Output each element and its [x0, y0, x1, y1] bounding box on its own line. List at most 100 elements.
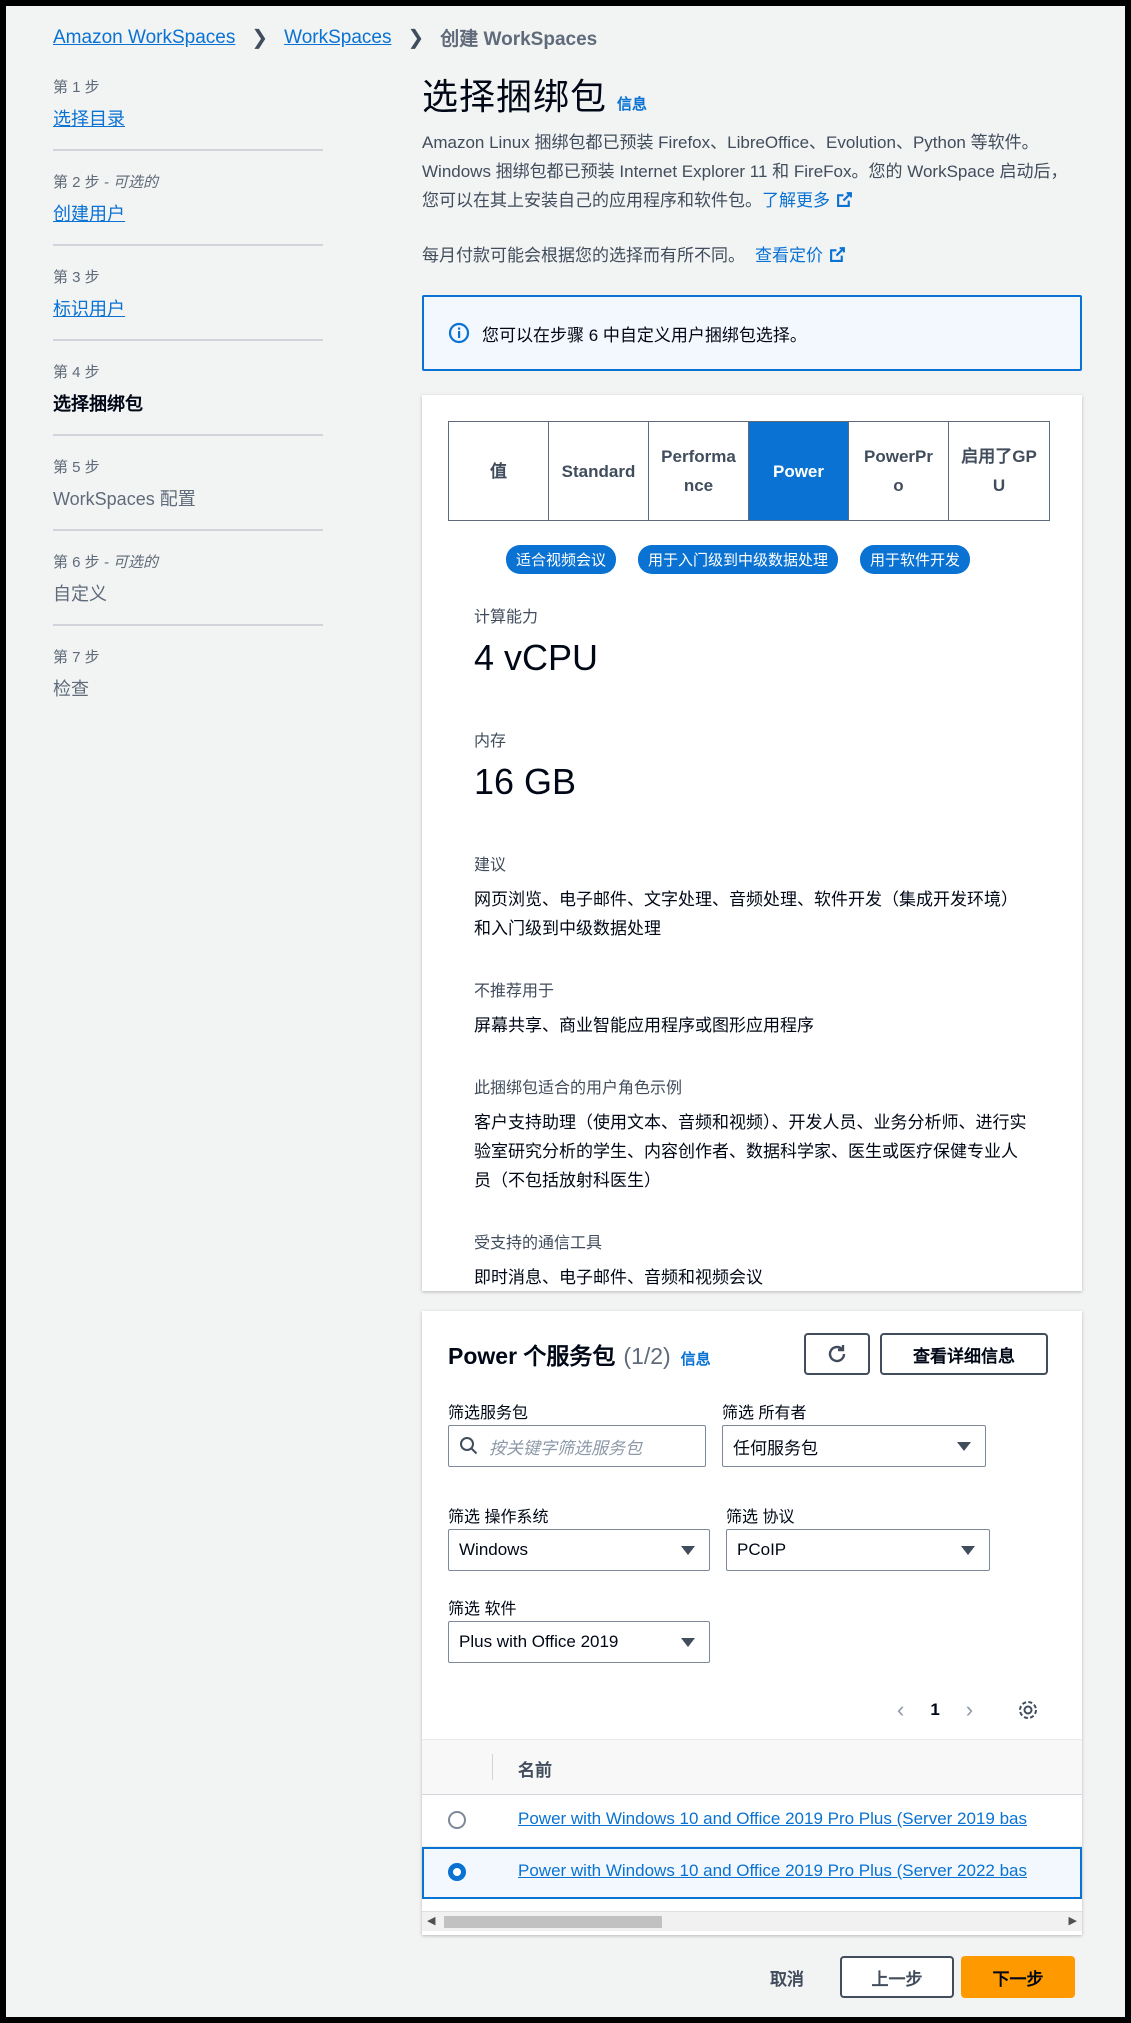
software-filter-select[interactable]: Plus with Office 2019	[448, 1621, 710, 1663]
bundle-name-link[interactable]: Power with Windows 10 and Office 2019 Pr…	[518, 1861, 1027, 1881]
row-radio-selected[interactable]	[448, 1863, 466, 1881]
caret-down-icon	[681, 1638, 695, 1647]
step-number: 第 5 步	[53, 459, 100, 476]
caret-down-icon	[957, 1442, 971, 1451]
bundle-tags: 适合视频会议 用于入门级到中级数据处理 用于软件开发	[506, 545, 971, 574]
bundle-type-powerpro[interactable]: PowerPro	[849, 422, 949, 520]
alert-text: 您可以在步骤 6 中自定义用户捆绑包选择。	[482, 325, 807, 345]
step-link-select-directory[interactable]: 选择目录	[53, 105, 323, 131]
persona-label: 此捆绑包适合的用户角色示例	[474, 1080, 683, 1097]
page-header: 选择捆绑包 信息 Amazon Linux 捆绑包都已预装 Firefox、Li…	[422, 68, 1082, 266]
learn-more-link[interactable]: 了解更多	[762, 191, 853, 210]
info-alert: 您可以在步骤 6 中自定义用户捆绑包选择。	[422, 295, 1082, 371]
wizard-steps: 第 1 步 选择目录 第 2 步 - 可选的 创建用户 第 3 步 标识用户 第…	[53, 76, 323, 739]
chevron-left-icon[interactable]: ‹	[897, 1697, 904, 1723]
os-filter-label: 筛选 操作系统	[448, 1509, 549, 1526]
step-1: 第 1 步 选择目录	[53, 76, 323, 151]
info-icon	[448, 322, 470, 344]
row-radio[interactable]	[448, 1811, 466, 1829]
bundles-table-panel: Power 个服务包 (1/2) 信息 查看详细信息 筛选服务包 按关键字筛选服…	[422, 1311, 1082, 1935]
breadcrumb: Amazon WorkSpaces ❯ WorkSpaces ❯ 创建 Work…	[53, 24, 597, 51]
info-link[interactable]: 信息	[617, 93, 647, 114]
bundle-name-link[interactable]: Power with Windows 10 and Office 2019 Pr…	[518, 1809, 1027, 1829]
table-title: Power 个服务包	[448, 1343, 616, 1369]
not-recommend-value: 屏幕共享、商业智能应用程序或图形应用程序	[474, 1016, 814, 1035]
info-link[interactable]: 信息	[681, 1348, 711, 1369]
scroll-right-icon[interactable]: ▶	[1069, 1914, 1077, 1927]
memory-label: 内存	[474, 733, 507, 750]
step-number: 第 2 步 - 可选的	[53, 174, 159, 191]
table-row[interactable]: Power with Windows 10 and Office 2019 Pr…	[422, 1795, 1082, 1847]
gear-icon[interactable]	[1017, 1699, 1039, 1721]
page-number[interactable]: 1	[930, 1700, 939, 1720]
software-filter-label: 筛选 软件	[448, 1601, 517, 1618]
recommend-label: 建议	[474, 857, 507, 874]
caret-down-icon	[961, 1546, 975, 1555]
owner-filter-value: 任何服务包	[733, 1438, 818, 1458]
step-5: 第 5 步 WorkSpaces 配置	[53, 456, 323, 531]
step-number: 第 4 步	[53, 364, 100, 381]
step-7: 第 7 步 检查	[53, 646, 323, 719]
step-number: 第 1 步	[53, 79, 100, 96]
owner-filter-label: 筛选 所有者	[722, 1405, 807, 1422]
filter-bundles-input[interactable]: 按关键字筛选服务包	[448, 1425, 706, 1467]
external-link-icon	[837, 192, 852, 207]
step-6: 第 6 步 - 可选的 自定义	[53, 551, 323, 626]
breadcrumb-amazon-workspaces[interactable]: Amazon WorkSpaces	[53, 27, 235, 49]
table-row-selected[interactable]: Power with Windows 10 and Office 2019 Pr…	[422, 1847, 1082, 1899]
step-number: 第 3 步	[53, 269, 100, 286]
recommend-value: 网页浏览、电子邮件、文字处理、音频处理、软件开发（集成开发环境）和入门级到中级数…	[474, 890, 1018, 938]
step-current-select-bundle: 选择捆绑包	[53, 394, 143, 414]
page-description: Amazon Linux 捆绑包都已预装 Firefox、LibreOffice…	[422, 133, 1068, 210]
filter-placeholder: 按关键字筛选服务包	[489, 1438, 642, 1458]
step-customize: 自定义	[53, 584, 107, 604]
tag-badge: 适合视频会议	[506, 545, 617, 574]
owner-filter-select[interactable]: 任何服务包	[722, 1425, 986, 1467]
software-filter-value: Plus with Office 2019	[459, 1632, 619, 1651]
step-2: 第 2 步 - 可选的 创建用户	[53, 171, 323, 246]
column-header-name[interactable]: 名前	[518, 1756, 552, 1781]
caret-down-icon	[681, 1546, 695, 1555]
column-divider	[492, 1754, 493, 1780]
view-pricing-link[interactable]: 查看定价	[755, 246, 846, 265]
step-number: 第 6 步 - 可选的	[53, 554, 159, 571]
not-recommend-label: 不推荐用于	[474, 983, 555, 1000]
os-filter-select[interactable]: Windows	[448, 1529, 710, 1571]
chevron-right-icon: ❯	[251, 27, 269, 49]
protocol-filter-select[interactable]: PCoIP	[726, 1529, 990, 1571]
view-details-button[interactable]: 查看详细信息	[880, 1333, 1048, 1375]
refresh-icon	[828, 1345, 846, 1363]
tag-badge: 用于入门级到中级数据处理	[638, 545, 839, 574]
chevron-right-icon: ❯	[407, 27, 425, 49]
bundle-type-gpu[interactable]: 启用了GPU	[949, 422, 1049, 520]
step-3: 第 3 步 标识用户	[53, 266, 323, 341]
table-header: Power 个服务包 (1/2) 信息	[448, 1337, 711, 1371]
bundle-type-performance[interactable]: Performance	[649, 422, 749, 520]
breadcrumb-current: 创建 WorkSpaces	[440, 29, 598, 50]
bundle-type-value[interactable]: 值	[449, 422, 549, 520]
app-window: Amazon WorkSpaces ❯ WorkSpaces ❯ 创建 Work…	[6, 6, 1125, 2017]
scroll-left-icon[interactable]: ◀	[427, 1914, 435, 1927]
refresh-button[interactable]	[804, 1333, 870, 1375]
scrollbar-thumb[interactable]	[444, 1916, 662, 1928]
breadcrumb-workspaces[interactable]: WorkSpaces	[284, 27, 391, 49]
previous-button[interactable]: 上一步	[840, 1956, 954, 1998]
cancel-button[interactable]: 取消	[742, 1956, 832, 1998]
protocol-filter-value: PCoIP	[737, 1540, 787, 1559]
step-review: 检查	[53, 679, 89, 699]
comm-label: 受支持的通信工具	[474, 1235, 603, 1252]
bundle-specs: 计算能力 4 vCPU 内存 16 GB 建议 网页浏览、电子邮件、文字处理、音…	[474, 603, 1034, 1326]
horizontal-scrollbar[interactable]: ◀ ▶	[422, 1911, 1082, 1931]
chevron-right-icon[interactable]: ›	[966, 1697, 973, 1723]
tag-badge: 用于软件开发	[860, 545, 971, 574]
step-link-create-users[interactable]: 创建用户	[53, 200, 323, 226]
external-link-icon	[830, 247, 845, 262]
bundle-type-power[interactable]: Power	[749, 422, 849, 520]
step-number: 第 7 步	[53, 649, 100, 666]
filter-bundles-label: 筛选服务包	[448, 1405, 529, 1422]
search-icon	[460, 1437, 478, 1455]
next-button[interactable]: 下一步	[961, 1956, 1075, 1998]
bundle-type-standard[interactable]: Standard	[549, 422, 649, 520]
step-link-identify-users[interactable]: 标识用户	[53, 295, 323, 321]
compute-label: 计算能力	[474, 609, 539, 626]
